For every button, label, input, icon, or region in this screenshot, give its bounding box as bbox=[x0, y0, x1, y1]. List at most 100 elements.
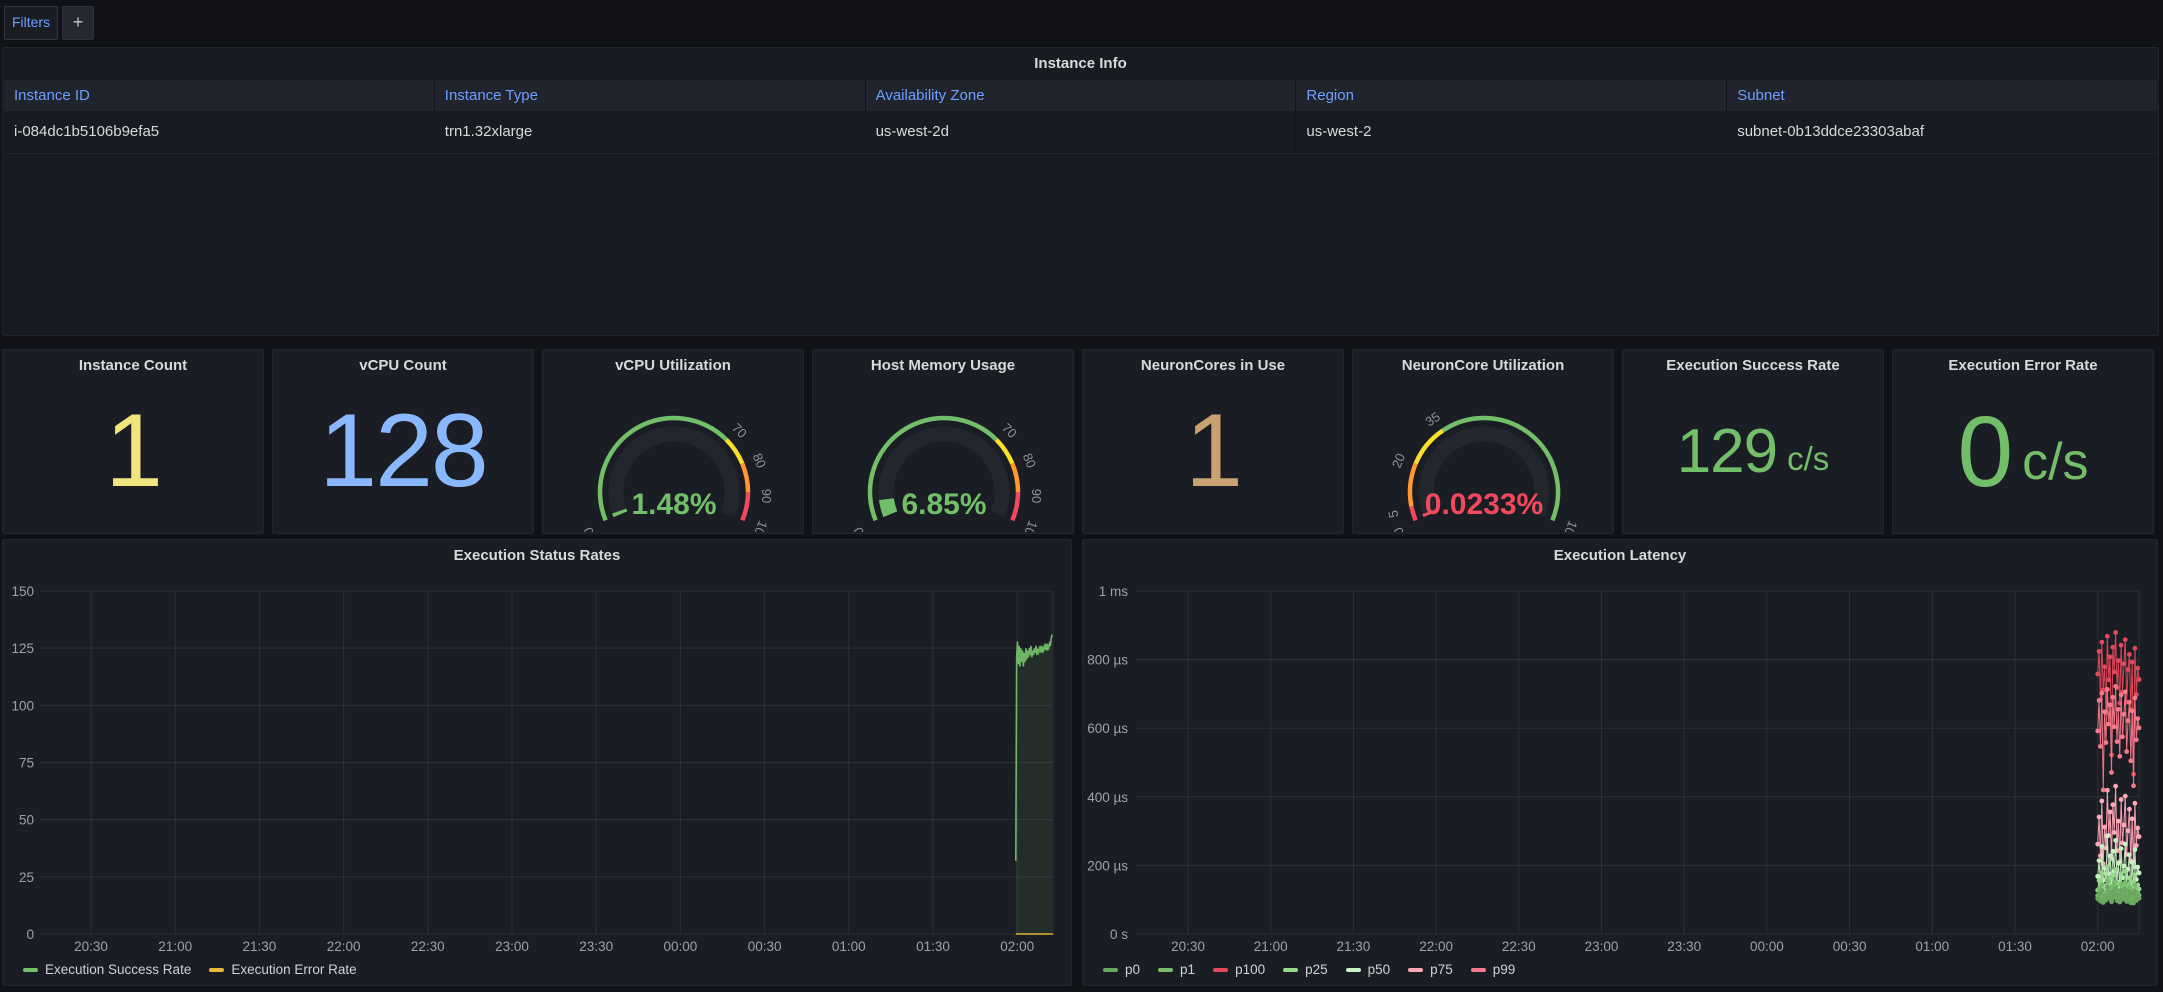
series-point bbox=[2126, 667, 2131, 672]
panel-title[interactable]: Execution Error Rate bbox=[1893, 357, 2153, 374]
time-series-canvas[interactable]: 0 s200 µs400 µs600 µs800 µs1 ms20:3021:0… bbox=[1083, 540, 2157, 985]
legend-swatch bbox=[1213, 968, 1228, 972]
column-header-instance-type[interactable]: Instance Type bbox=[435, 80, 866, 111]
legend-swatch bbox=[1471, 968, 1486, 972]
stat-unit: c/s bbox=[1787, 444, 1829, 474]
series-point bbox=[2123, 689, 2128, 694]
panel-title[interactable]: vCPU Count bbox=[273, 357, 533, 374]
y-axis-label: 600 µs bbox=[1087, 721, 1128, 736]
gauge-value-bar bbox=[886, 499, 890, 514]
legend-item-p0[interactable]: p0 bbox=[1103, 962, 1140, 977]
series-point bbox=[2120, 734, 2125, 739]
column-header-region[interactable]: Region bbox=[1296, 80, 1727, 111]
series-point bbox=[2110, 873, 2115, 878]
panel-title-execution-latency[interactable]: Execution Latency bbox=[1083, 547, 2157, 564]
series-point bbox=[2113, 867, 2118, 872]
column-header-subnet[interactable]: Subnet bbox=[1727, 80, 2157, 111]
table-header-row: Instance IDInstance TypeAvailability Zon… bbox=[4, 80, 2157, 111]
panel-title-instance-info[interactable]: Instance Info bbox=[3, 55, 2158, 72]
series-point bbox=[2099, 640, 2104, 645]
series-point bbox=[2121, 661, 2126, 666]
series-point bbox=[2105, 634, 2110, 639]
table-cell: us-west-2 bbox=[1296, 111, 1727, 153]
legend-item-p50[interactable]: p50 bbox=[1346, 962, 1391, 977]
legend-item-p1[interactable]: p1 bbox=[1158, 962, 1195, 977]
y-axis-label: 800 µs bbox=[1087, 653, 1128, 668]
series-point bbox=[2108, 853, 2113, 858]
stat-body: 128 bbox=[273, 374, 533, 529]
series-point bbox=[2102, 825, 2107, 830]
series-point bbox=[2108, 654, 2113, 659]
gauge-threshold-band bbox=[1410, 464, 1416, 507]
series-point bbox=[2119, 693, 2124, 698]
legend-label: p99 bbox=[1493, 962, 1516, 977]
y-axis-label: 100 bbox=[11, 698, 34, 713]
legend-label: p1 bbox=[1180, 962, 1195, 977]
legend-item-p25[interactable]: p25 bbox=[1283, 962, 1328, 977]
panel-title[interactable]: Execution Success Rate bbox=[1623, 357, 1883, 374]
series-point bbox=[2137, 677, 2142, 682]
stat-value: 1 bbox=[105, 405, 161, 499]
series-point bbox=[2119, 643, 2124, 648]
x-axis-label: 22:00 bbox=[1419, 939, 1453, 954]
y-axis-label: 200 µs bbox=[1087, 858, 1128, 873]
series-point bbox=[2127, 807, 2132, 812]
legend-swatch bbox=[23, 968, 38, 972]
series-point bbox=[2124, 899, 2129, 904]
panel-title[interactable]: vCPU Utilization bbox=[543, 357, 803, 374]
series-point bbox=[2119, 797, 2124, 802]
stat-value: 129 bbox=[1677, 424, 1777, 480]
series-point bbox=[2099, 882, 2104, 887]
legend-swatch bbox=[1103, 968, 1118, 972]
gauge-canvas: 0520351000.0233% bbox=[1372, 372, 1596, 532]
series-point bbox=[2134, 843, 2139, 848]
gauge-threshold-band bbox=[1012, 464, 1018, 492]
legend-item-execution-success-rate[interactable]: Execution Success Rate bbox=[23, 962, 191, 977]
gauge-canvas: 07080901001.48% bbox=[562, 372, 786, 532]
series-point bbox=[2137, 871, 2142, 876]
legend-label: p25 bbox=[1305, 962, 1328, 977]
series-point bbox=[2105, 864, 2110, 869]
panel-neuroncore-utilization: NeuronCore Utilization0520351000.0233% bbox=[1352, 349, 1614, 534]
panel-host-memory-usage: Host Memory Usage07080901006.85% bbox=[812, 349, 1074, 534]
series-point bbox=[2097, 858, 2102, 863]
add-filter-button[interactable]: + bbox=[62, 6, 94, 40]
time-series-canvas[interactable]: 025507510012515020:3021:0021:3022:0022:3… bbox=[3, 540, 1071, 985]
stat-value: 1 bbox=[1185, 405, 1241, 499]
series-point bbox=[2127, 700, 2132, 705]
column-header-instance-id[interactable]: Instance ID bbox=[4, 80, 435, 111]
gauge-tick-label: 0 bbox=[850, 525, 867, 532]
series-point bbox=[2137, 725, 2142, 730]
series-point bbox=[2133, 889, 2138, 894]
series-point bbox=[2101, 788, 2106, 793]
column-header-availability-zone[interactable]: Availability Zone bbox=[866, 80, 1297, 111]
table-cell: i-084dc1b5106b9efa5 bbox=[4, 111, 435, 153]
panel-title[interactable]: NeuronCore Utilization bbox=[1353, 357, 1613, 374]
series-point bbox=[2095, 729, 2100, 734]
legend-swatch bbox=[1408, 968, 1423, 972]
legend-swatch bbox=[1158, 968, 1173, 972]
panel-title[interactable]: Host Memory Usage bbox=[813, 357, 1073, 374]
legend-swatch bbox=[1283, 968, 1298, 972]
legend-swatch bbox=[1346, 968, 1361, 972]
series-point bbox=[2121, 712, 2126, 717]
legend-item-execution-error-rate[interactable]: Execution Error Rate bbox=[209, 962, 356, 977]
series-point bbox=[2108, 702, 2113, 707]
series-point bbox=[2110, 645, 2115, 650]
filters-button[interactable]: Filters bbox=[4, 6, 58, 40]
x-axis-label: 22:30 bbox=[1502, 939, 1536, 954]
gauge-threshold-band bbox=[1411, 506, 1415, 520]
series-point bbox=[2095, 672, 2100, 677]
series-point bbox=[2137, 834, 2142, 839]
y-axis-label: 150 bbox=[11, 584, 34, 599]
panel-title-execution-status-rates[interactable]: Execution Status Rates bbox=[3, 547, 1071, 564]
panel-title[interactable]: Instance Count bbox=[3, 357, 263, 374]
x-axis-label: 21:30 bbox=[1337, 939, 1371, 954]
panel-title[interactable]: NeuronCores in Use bbox=[1083, 357, 1343, 374]
gauge-threshold-band bbox=[742, 464, 748, 492]
legend-item-p99[interactable]: p99 bbox=[1471, 962, 1516, 977]
series-area-fill bbox=[1016, 634, 1052, 934]
series-point bbox=[2097, 878, 2102, 883]
legend-item-p100[interactable]: p100 bbox=[1213, 962, 1265, 977]
legend-item-p75[interactable]: p75 bbox=[1408, 962, 1453, 977]
